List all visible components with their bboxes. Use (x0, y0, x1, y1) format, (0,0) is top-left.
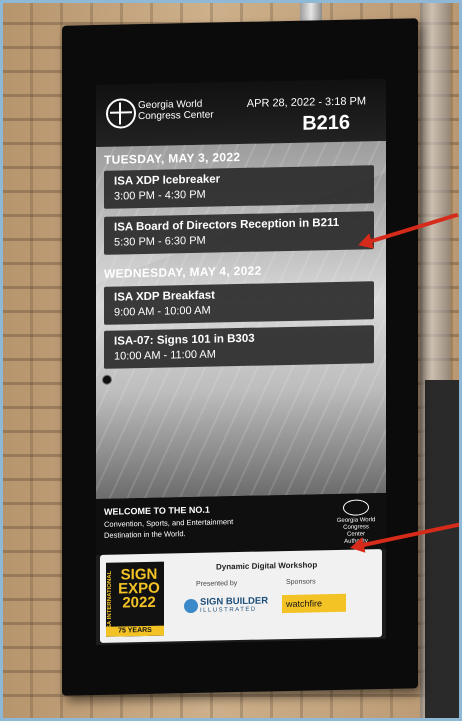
expo-years: 75 YEARS (106, 625, 164, 637)
event-card: ISA XDP Breakfast 9:00 AM - 10:00 AM (104, 281, 374, 325)
expo-side-text: ISA INTERNATIONAL (107, 570, 113, 631)
event-time: 10:00 AM - 11:00 AM (114, 348, 216, 363)
event-time: 5:30 PM - 6:30 PM (114, 234, 206, 249)
day-heading: WEDNESDAY, MAY 4, 2022 (104, 263, 262, 281)
venue-photo: TUESDAY, MAY 3, 2022 ISA XDP Icebreaker … (96, 140, 386, 500)
sign-expo-logo: ISA INTERNATIONAL SIGN EXPO 2022 75 YEAR… (106, 561, 164, 637)
workshop-title: Dynamic Digital Workshop (216, 560, 318, 572)
event-title: ISA-07: Signs 101 in B303 (114, 332, 255, 348)
event-time: 9:00 AM - 10:00 AM (114, 304, 211, 319)
screen-header: Georgia World Congress Center APR 28, 20… (96, 78, 386, 148)
digital-sign-monitor: Georgia World Congress Center APR 28, 20… (62, 18, 418, 696)
day-heading: TUESDAY, MAY 3, 2022 (104, 149, 241, 167)
room-number: B216 (302, 111, 350, 135)
welcome-heading: WELCOME TO THE NO.1 (104, 504, 210, 517)
sign-builder-subtitle: ILLUSTRATED (200, 606, 257, 614)
venue-name: Georgia World Congress Center (138, 98, 214, 123)
sign-builder-logo: SIGN BUILDER (200, 595, 269, 608)
current-datetime: APR 28, 2022 - 3:18 PM (246, 95, 366, 110)
expo-title: SIGN EXPO 2022 (118, 565, 160, 612)
presented-by-label: Presented by (196, 580, 238, 588)
event-card: ISA-07: Signs 101 in B303 10:00 AM - 11:… (104, 325, 374, 369)
watchfire-logo: watchfire (282, 593, 346, 614)
sponsors-label: Sponsors (286, 578, 316, 587)
sign-builder-icon (184, 598, 198, 614)
arrow-head-icon (348, 537, 366, 556)
globe-icon (106, 98, 136, 129)
event-title: ISA Board of Directors Reception in B211 (114, 216, 340, 234)
event-card: ISA Board of Directors Reception in B211… (104, 211, 374, 255)
globe-icon (343, 499, 369, 516)
carousel-dot (102, 374, 112, 385)
welcome-body: Convention, Sports, and Entertainment De… (104, 517, 234, 540)
event-time: 3:00 PM - 4:30 PM (114, 188, 206, 203)
event-card: ISA XDP Icebreaker 3:00 PM - 4:30 PM (104, 165, 374, 209)
event-title: ISA XDP Icebreaker (114, 173, 221, 188)
doorway (425, 380, 462, 721)
event-title: ISA XDP Breakfast (114, 289, 215, 304)
sponsor-panel: ISA INTERNATIONAL SIGN EXPO 2022 75 YEAR… (100, 549, 382, 643)
welcome-banner: WELCOME TO THE NO.1 Convention, Sports, … (96, 492, 386, 556)
sign-screen: Georgia World Congress Center APR 28, 20… (96, 78, 386, 646)
